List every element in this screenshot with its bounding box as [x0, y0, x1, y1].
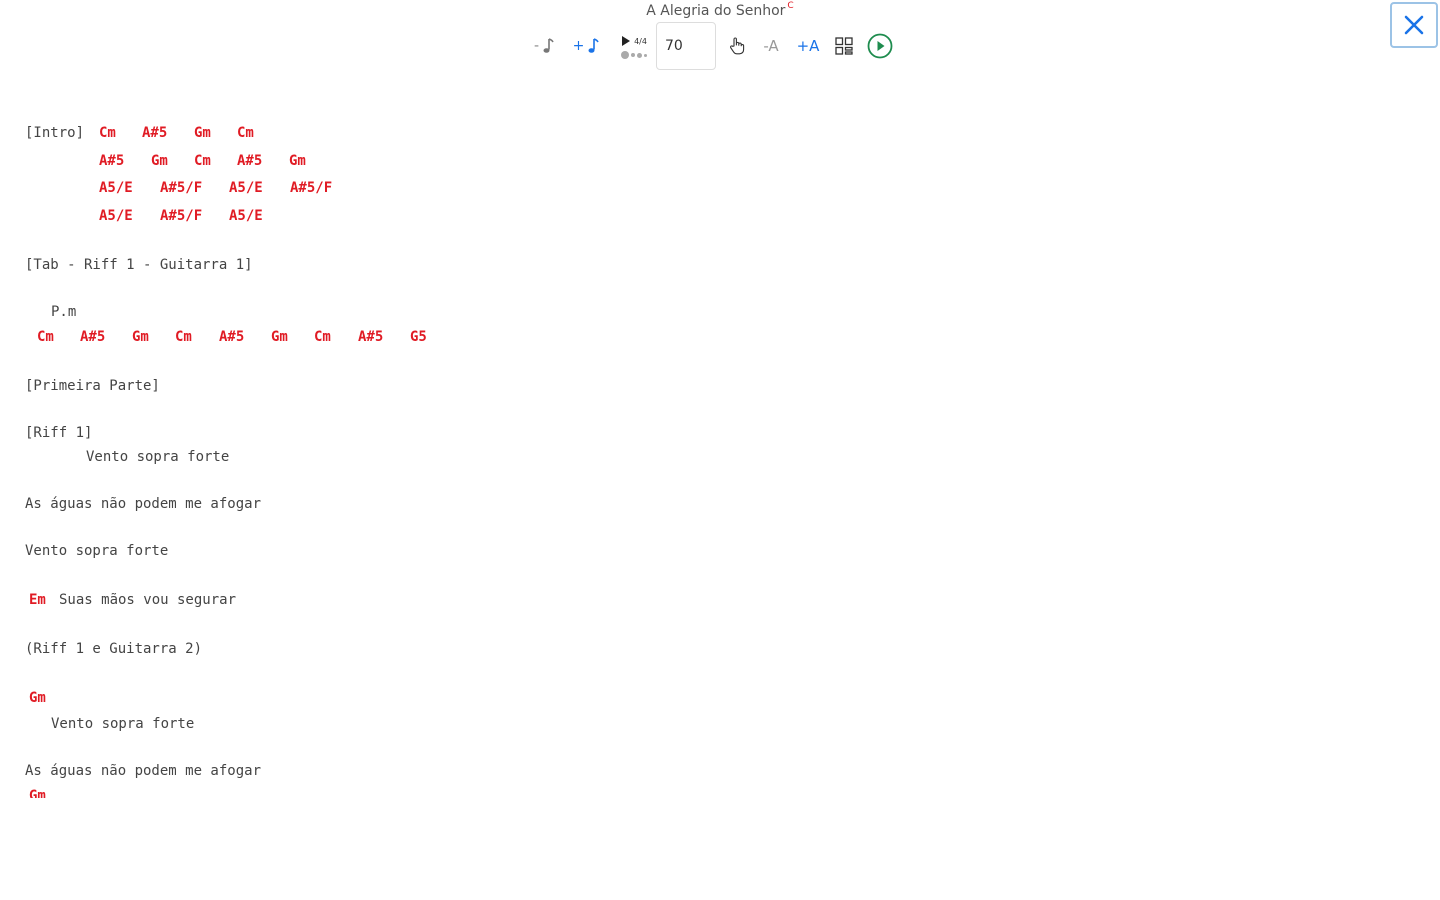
speed-down-button[interactable]: -	[528, 30, 560, 62]
music-note-icon	[543, 38, 554, 53]
chord[interactable]: A#5	[358, 328, 383, 346]
speed-up-label: +	[572, 38, 585, 54]
lyric-line: As águas não podem me afogar	[25, 763, 262, 779]
lyric-line: Vento sopra forte	[25, 543, 169, 559]
chord[interactable]: A#5	[219, 328, 244, 346]
chord[interactable]: Gm	[289, 152, 306, 170]
lyric-line: Vento sopra forte	[51, 716, 195, 732]
metronome-button[interactable]: 4/4	[614, 30, 654, 62]
chord[interactable]: A#5	[99, 152, 124, 170]
speed-down-label: -	[533, 38, 540, 54]
song-title: A Alegria do Senhor C	[0, 1, 1440, 19]
chord[interactable]: A#5	[237, 152, 262, 170]
chord[interactable]: Gm	[29, 787, 46, 798]
play-circle-icon	[867, 33, 893, 59]
bpm-input[interactable]	[656, 22, 716, 70]
chord[interactable]: A#5/F	[290, 179, 332, 197]
grid-layout-icon	[835, 37, 853, 55]
font-decrease-label: -A	[763, 37, 779, 55]
song-key-badge[interactable]: C	[787, 1, 793, 11]
section-label-primeira-parte: [Primeira Parte]	[25, 378, 160, 394]
font-increase-label: +A	[796, 37, 820, 55]
close-button[interactable]	[1390, 2, 1438, 48]
chord[interactable]: Gm	[271, 328, 288, 346]
section-label-intro: [Intro]	[25, 125, 85, 141]
auto-scroll-button[interactable]	[720, 30, 754, 62]
lyric-line: As águas não podem me afogar	[25, 496, 262, 512]
chord[interactable]: Cm	[314, 328, 331, 346]
toolbar: - + 4/4 -	[528, 22, 898, 70]
font-decrease-button[interactable]: -A	[754, 30, 788, 62]
chord[interactable]: Cm	[99, 124, 116, 142]
beat-indicator	[621, 51, 647, 59]
chord-sheet: [Intro] Cm A#5 Gm Cm A#5 Gm Cm A#5 Gm A5…	[25, 120, 1405, 798]
chord[interactable]: A#5	[80, 328, 105, 346]
chord[interactable]: Gm	[194, 124, 211, 142]
chord[interactable]: A5/E	[99, 179, 133, 197]
chord[interactable]: Em	[29, 591, 46, 609]
chord[interactable]: A5/E	[99, 207, 133, 225]
chord[interactable]: Gm	[151, 152, 168, 170]
play-icon	[622, 36, 631, 46]
chord[interactable]: A#5/F	[160, 179, 202, 197]
lyric-line: Vento sopra forte	[86, 449, 230, 465]
music-note-icon	[588, 38, 600, 53]
chord[interactable]: A#5	[142, 124, 167, 142]
section-label-riff-guitarra2: (Riff 1 e Guitarra 2)	[25, 641, 203, 657]
font-increase-button[interactable]: +A	[790, 30, 826, 62]
chord[interactable]: A#5/F	[160, 207, 202, 225]
palm-mute-mark: P.m	[51, 304, 77, 320]
chord[interactable]: Cm	[194, 152, 211, 170]
time-signature: 4/4	[634, 36, 647, 46]
song-title-text: A Alegria do Senhor	[646, 3, 786, 19]
layout-button[interactable]	[826, 30, 862, 62]
speed-up-button[interactable]: +	[568, 30, 604, 62]
close-icon	[1404, 15, 1424, 35]
hand-pointer-icon	[730, 37, 745, 55]
section-label-riff1: [Riff 1]	[25, 425, 93, 441]
chord[interactable]: Gm	[29, 689, 46, 707]
chord[interactable]: Cm	[37, 328, 54, 346]
chord[interactable]: Cm	[237, 124, 254, 142]
play-button[interactable]	[862, 30, 898, 62]
lyric-line: Suas mãos vou segurar	[59, 592, 237, 608]
chord[interactable]: Gm	[132, 328, 149, 346]
section-label-tab: [Tab - Riff 1 - Guitarra 1]	[25, 257, 253, 273]
chord[interactable]: A5/E	[229, 207, 263, 225]
chord[interactable]: G5	[410, 328, 427, 346]
chord[interactable]: A5/E	[229, 179, 263, 197]
chord[interactable]: Cm	[175, 328, 192, 346]
